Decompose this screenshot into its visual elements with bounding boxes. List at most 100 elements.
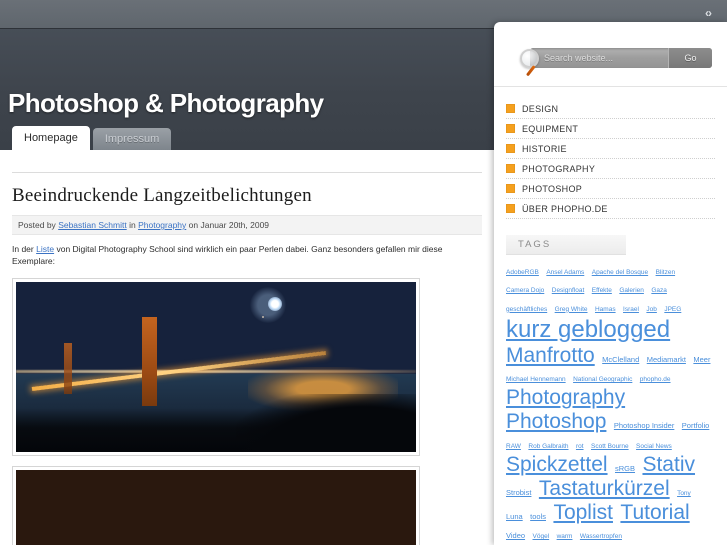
tag-link[interactable]: Manfrotto	[506, 344, 595, 367]
post-meta: Posted by Sebastian Schmitt in Photograp…	[12, 215, 482, 235]
tag-link[interactable]: Photoshop	[506, 410, 606, 433]
tag-link[interactable]: Portfolio	[682, 421, 710, 431]
tag-link[interactable]: Toplist	[553, 501, 613, 524]
tab-impressum[interactable]: Impressum	[92, 128, 172, 150]
tag-link[interactable]: Blitzen	[656, 269, 676, 276]
bullet-square-icon	[506, 144, 515, 153]
tag-link[interactable]: Israel	[623, 306, 639, 313]
code-view-icon[interactable]: ‹›	[697, 4, 719, 22]
search-area: Go	[506, 40, 715, 86]
sidebar-item-ueber-phopho[interactable]: ÜBER PHOPHO.DE	[506, 199, 715, 219]
search-icon[interactable]	[520, 49, 539, 68]
sidebar-item-equipment[interactable]: EQUIPMENT	[506, 119, 715, 139]
sidebar-item-photoshop[interactable]: PHOTOSHOP	[506, 179, 715, 199]
post-author-link[interactable]: Sebastian Schmitt	[58, 220, 127, 230]
tag-cloud: AdobeRGB Ansel Adams Apache del Bosque B…	[506, 261, 715, 544]
bridge-tower-far	[64, 342, 72, 394]
tags-heading: TAGS	[506, 235, 626, 255]
tag-link[interactable]: Wassertropfen	[580, 533, 622, 540]
tag-link[interactable]: tools	[530, 512, 546, 521]
post-intro: In der Liste von Digital Photography Sch…	[12, 244, 482, 268]
tab-bar: Homepage Impressum	[12, 126, 174, 150]
post-category-link[interactable]: Photography	[138, 220, 186, 230]
post-intro-link[interactable]: Liste	[36, 244, 54, 254]
tag-link[interactable]: warm	[557, 533, 573, 540]
foreground-bush	[236, 393, 416, 452]
post-intro-after: von Digital Photography School sind wirk…	[12, 244, 443, 266]
tag-link[interactable]: geschäftliches	[506, 306, 547, 313]
tag-link[interactable]: Galerien	[619, 287, 644, 294]
tag-link[interactable]: Michael Hennemann	[506, 376, 566, 383]
tag-link[interactable]: Apache del Bosque	[592, 269, 648, 276]
tag-link[interactable]: AdobeRGB	[506, 269, 539, 276]
main-content: Beeindruckende Langzeitbelichtungen Post…	[0, 150, 494, 545]
tab-homepage[interactable]: Homepage	[12, 126, 90, 150]
tag-link[interactable]: RAW	[506, 443, 521, 450]
content-divider	[12, 172, 482, 173]
page-root: ‹› Photoshop & Photography Homepage Impr…	[0, 0, 727, 545]
tag-link[interactable]: rot	[576, 443, 584, 450]
tag-link[interactable]: Hamas	[595, 306, 616, 313]
star-point	[261, 315, 264, 318]
tag-link[interactable]: McClelland	[602, 355, 639, 364]
tag-link[interactable]: Mediamarkt	[647, 355, 686, 364]
post-date: Januar 20th, 2009	[200, 220, 270, 230]
tag-link[interactable]: Strobist	[506, 488, 531, 497]
post-image-2[interactable]	[16, 189, 416, 545]
tag-link[interactable]: phopho.de	[640, 376, 671, 383]
star-point	[158, 189, 161, 192]
tag-link[interactable]: Effekte	[592, 287, 612, 294]
tag-link[interactable]: Vögel	[533, 533, 550, 540]
tag-link[interactable]: Tastaturkürzel	[539, 477, 670, 500]
tag-link[interactable]: Spickzettel	[506, 453, 608, 476]
moon-icon	[268, 297, 282, 312]
tag-link[interactable]: National Geographic	[573, 376, 632, 383]
post-intro-before: In der	[12, 244, 34, 254]
sidebar-nav: DESIGN EQUIPMENT HISTORIE PHOTOGRAPHY PH…	[506, 99, 715, 219]
tag-link[interactable]: Meer	[693, 355, 710, 364]
tag-link[interactable]: Greg White	[555, 306, 588, 313]
post-image-1-frame[interactable]	[12, 277, 420, 456]
tag-link[interactable]: Scott Bourne	[591, 443, 629, 450]
sidebar: Go DESIGN EQUIPMENT HISTORIE	[494, 22, 727, 545]
tag-link[interactable]: kurz geblogged	[506, 316, 670, 343]
tag-link[interactable]: JPEG	[664, 306, 681, 313]
sidebar-item-label: DESIGN	[522, 103, 559, 114]
post-image-1[interactable]	[16, 281, 416, 452]
sidebar-item-design[interactable]: DESIGN	[506, 99, 715, 119]
tag-link[interactable]: Social News	[636, 443, 672, 450]
sidebar-item-label: PHOTOSHOP	[522, 183, 583, 194]
bullet-square-icon	[506, 104, 515, 113]
tag-link[interactable]: Rob Galbraith	[528, 443, 568, 450]
tag-link[interactable]: Camera Dojo	[506, 287, 544, 294]
tag-link[interactable]: Tony	[677, 490, 691, 497]
tag-link[interactable]: Photography	[506, 386, 625, 409]
sidebar-item-historie[interactable]: HISTORIE	[506, 139, 715, 159]
sidebar-item-label: HISTORIE	[522, 143, 567, 154]
page-title: Photoshop & Photography	[8, 88, 324, 118]
tag-link[interactable]: Luna	[506, 512, 523, 521]
sidebar-item-label: EQUIPMENT	[522, 123, 579, 134]
tag-link[interactable]: Video	[506, 531, 525, 541]
tag-link[interactable]: Designfloat	[552, 287, 585, 294]
bridge-tower-near	[142, 317, 157, 406]
tag-link[interactable]: Tutorial	[620, 501, 689, 524]
search-go-button[interactable]: Go	[668, 48, 712, 68]
sidebar-item-label: ÜBER PHOPHO.DE	[522, 203, 608, 214]
search-divider	[494, 86, 727, 87]
tag-link[interactable]: Gaza	[651, 287, 667, 294]
post-title: Beeindruckende Langzeitbelichtungen	[12, 185, 312, 206]
tag-link[interactable]: Stativ	[642, 453, 695, 476]
sidebar-item-label: PHOTOGRAPHY	[522, 163, 596, 174]
post-image-2-frame[interactable]	[12, 189, 420, 545]
tag-link[interactable]: sRGB	[615, 464, 635, 473]
sidebar-item-photography[interactable]: PHOTOGRAPHY	[506, 159, 715, 179]
tag-link[interactable]: Job	[646, 306, 656, 313]
tag-link[interactable]: Ansel Adams	[546, 269, 584, 276]
search-input[interactable]	[530, 53, 668, 63]
post-meta-in: in	[129, 220, 136, 230]
bullet-square-icon	[506, 124, 515, 133]
search-box[interactable]: Go	[530, 48, 712, 68]
tag-link[interactable]: Photoshop Insider	[614, 421, 674, 431]
bullet-square-icon	[506, 184, 515, 193]
